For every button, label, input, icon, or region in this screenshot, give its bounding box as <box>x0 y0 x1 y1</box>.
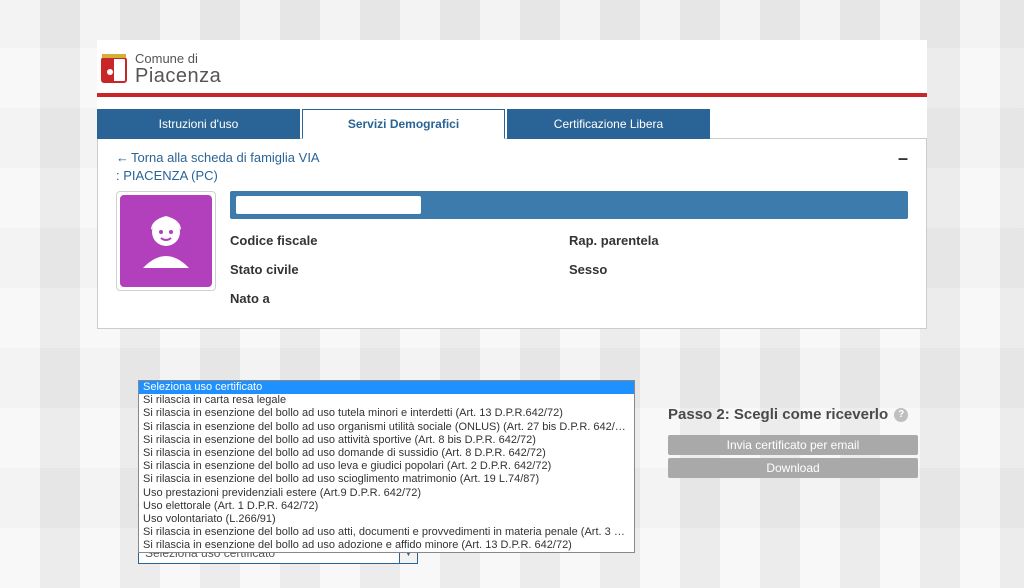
dropdown-option[interactable]: Uso volontariato (L.266/91) <box>139 513 634 526</box>
step2-panel: Passo 2: Scegli come riceverlo ? Invia c… <box>668 406 918 481</box>
dropdown-option[interactable]: Uso elettorale (Art. 1 D.P.R. 642/72) <box>139 500 634 513</box>
dropdown-option[interactable]: Si rilascia in esenzione del bollo ad us… <box>139 473 634 486</box>
header-logo-row: Comune di Piacenza <box>97 40 927 97</box>
tab-istruzioni[interactable]: Istruzioni d'uso <box>97 109 300 139</box>
step2-title: Passo 2: Scegli come riceverlo ? <box>668 406 918 423</box>
dropdown-option[interactable]: Uso prestazioni previdenziali estere (Ar… <box>139 487 634 500</box>
uso-certificato-dropdown-list[interactable]: Seleziona uso certificato Si rilascia in… <box>138 380 635 553</box>
municipality-crest-icon <box>99 52 129 86</box>
label-codice-fiscale: Codice fiscale <box>230 233 569 248</box>
main-tabs: Istruzioni d'uso Servizi Demografici Cer… <box>97 109 927 139</box>
collapse-icon[interactable]: – <box>898 149 908 167</box>
label-nato-a: Nato a <box>230 291 569 306</box>
help-icon[interactable]: ? <box>894 408 908 422</box>
back-to-family-link[interactable]: ←Torna alla scheda di famiglia VIA : PIA… <box>116 149 320 185</box>
send-email-button[interactable]: Invia certificato per email <box>668 435 918 455</box>
dropdown-option[interactable]: Si rilascia in esenzione del bollo ad us… <box>139 434 634 447</box>
profile-row: Codice fiscale Rap. parentela Stato civi… <box>116 191 908 306</box>
avatar-female-icon <box>120 195 212 287</box>
dropdown-option[interactable]: Si rilascia in carta resa legale <box>139 394 634 407</box>
content-panel: ←Torna alla scheda di famiglia VIA : PIA… <box>97 138 927 329</box>
label-sesso: Sesso <box>569 262 908 277</box>
arrow-left-icon: ← <box>116 150 129 165</box>
logo-line2: Piacenza <box>135 66 221 87</box>
tab-servizi-demografici[interactable]: Servizi Demografici <box>302 109 505 139</box>
name-value <box>236 196 421 214</box>
dropdown-option[interactable]: Si rilascia in esenzione del bollo ad us… <box>139 447 634 460</box>
label-rap-parentela: Rap. parentela <box>569 233 908 248</box>
dropdown-option[interactable]: Si rilascia in esenzione del bollo ad us… <box>139 539 634 552</box>
back-link-text: Torna alla scheda di famiglia VIA : PIAC… <box>116 150 320 183</box>
tab-certificazione-libera[interactable]: Certificazione Libera <box>507 109 710 139</box>
logo-line1: Comune di <box>135 52 221 66</box>
logo-text: Comune di Piacenza <box>135 52 221 87</box>
dropdown-option[interactable]: Si rilascia in esenzione del bollo ad us… <box>139 407 634 420</box>
label-stato-civile: Stato civile <box>230 262 569 277</box>
dropdown-option[interactable]: Si rilascia in esenzione del bollo ad us… <box>139 421 634 434</box>
name-bar <box>230 191 908 219</box>
step2-title-text: Passo 2: Scegli come riceverlo <box>668 406 888 423</box>
download-button[interactable]: Download <box>668 458 918 478</box>
profile-info: Codice fiscale Rap. parentela Stato civi… <box>230 191 908 306</box>
avatar-container <box>116 191 216 291</box>
dropdown-option[interactable]: Seleziona uso certificato <box>139 381 634 394</box>
dropdown-option[interactable]: Si rilascia in esenzione del bollo ad us… <box>139 526 634 539</box>
dropdown-option[interactable]: Si rilascia in esenzione del bollo ad us… <box>139 460 634 473</box>
